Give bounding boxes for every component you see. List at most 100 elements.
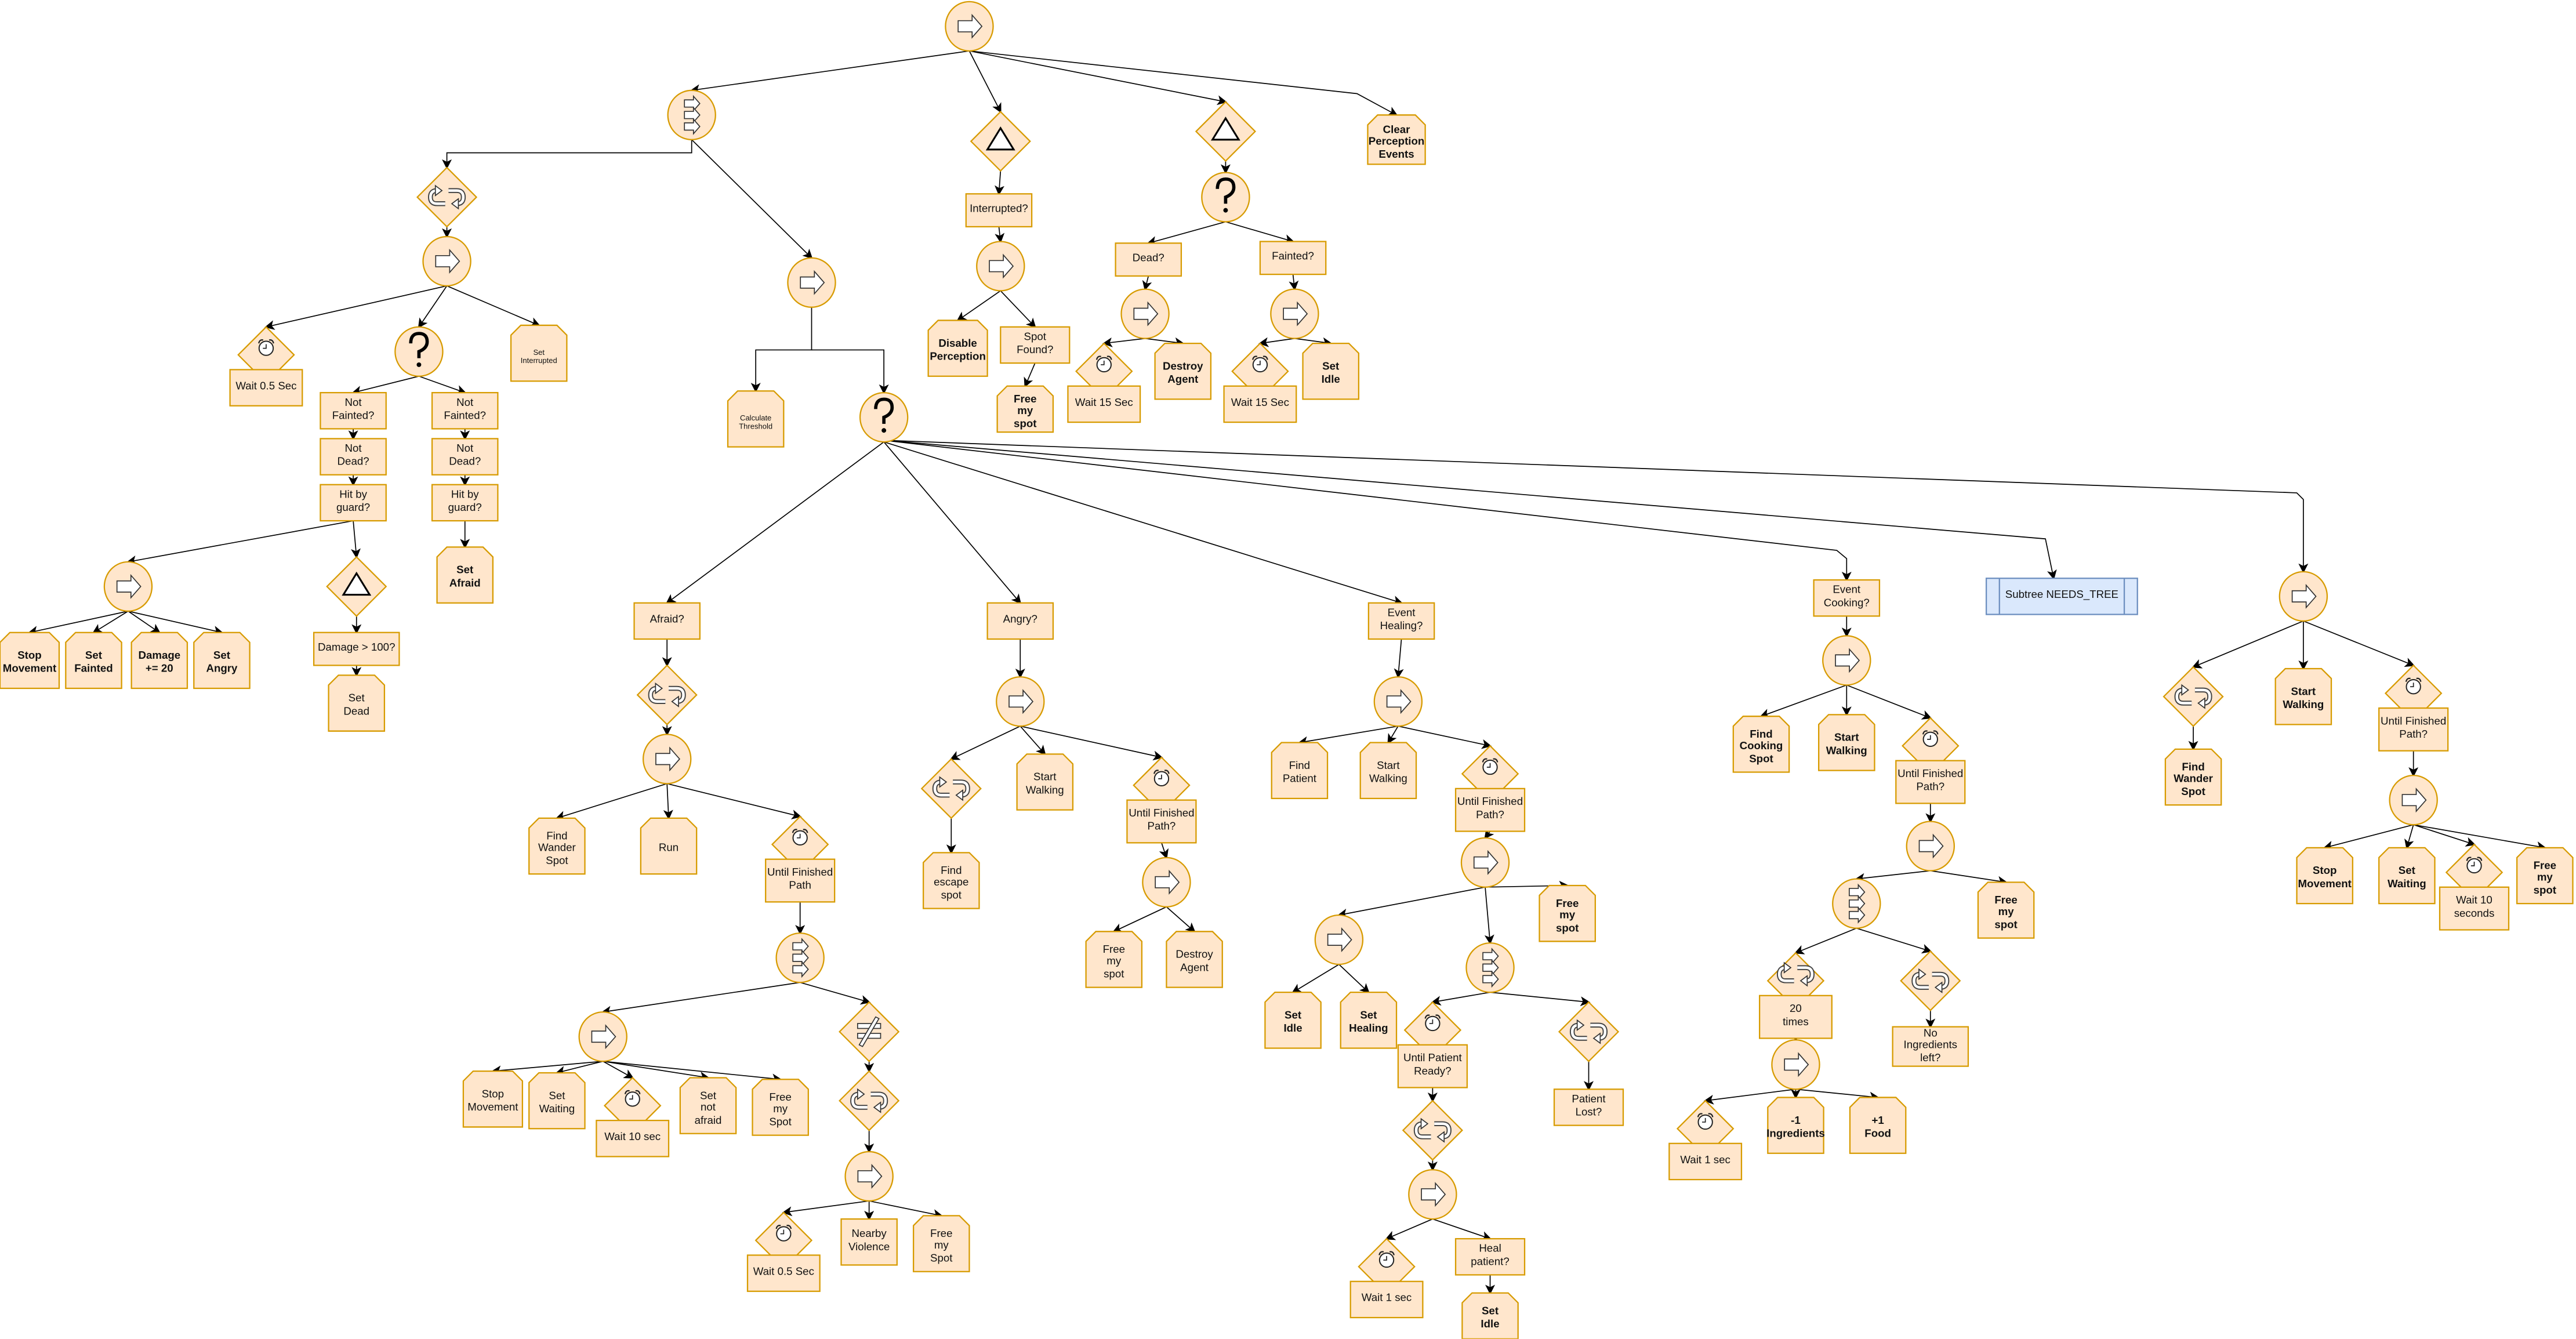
edge-connector: [351, 375, 419, 395]
node-label: Damage > 100?: [318, 643, 396, 655]
node-label: Wait 1 sec: [1361, 1293, 1412, 1305]
edge-connector: [128, 611, 224, 636]
sequence-node[interactable]: [1373, 676, 1423, 727]
edge-connector: [1856, 927, 1932, 954]
repeater-node[interactable]: [839, 1070, 900, 1131]
sequence-node[interactable]: [996, 676, 1045, 727]
edge-connector: [1294, 337, 1333, 347]
sequence-node[interactable]: [1822, 635, 1871, 686]
sequence-node[interactable]: [844, 1151, 894, 1202]
parallel-node[interactable]: [1465, 942, 1515, 993]
repeater-node[interactable]: [1558, 1001, 1620, 1062]
node-label: Set not afraid: [694, 1090, 722, 1127]
edge-connector: [1289, 274, 1299, 291]
node-label: -1 Ingredients: [1766, 1116, 1825, 1141]
edge-connector: [1490, 992, 1591, 1007]
repeater-node[interactable]: [2163, 666, 2224, 727]
node-label: Until Finished Path?: [2381, 717, 2447, 741]
edge-connector: [883, 441, 1022, 604]
node-label: Set Angry: [206, 651, 238, 676]
condition-decorator-node[interactable]: [326, 556, 387, 617]
sequence-node[interactable]: [1771, 1039, 1820, 1090]
repeater-node[interactable]: [920, 758, 982, 819]
edge-connector: [1020, 725, 1163, 761]
sequence-node[interactable]: [1314, 914, 1364, 966]
repeater-node[interactable]: [416, 166, 478, 228]
node-label: No Ingredients left?: [1903, 1028, 1957, 1065]
node-label: Not Fainted?: [332, 398, 375, 423]
sequence-node[interactable]: [1906, 821, 1955, 872]
edge-connector: [491, 1061, 603, 1076]
parallel-node[interactable]: [667, 89, 716, 140]
edge-connector: [691, 139, 813, 259]
node-label: 20 times: [1783, 1004, 1809, 1029]
edge-connector: [1146, 221, 1226, 246]
sequence-node[interactable]: [1270, 288, 1319, 339]
edge-connector: [1846, 684, 1932, 720]
edge-connector: [351, 520, 361, 559]
node-label: Wait 15 Sec: [1231, 398, 1289, 409]
edge-connector: [969, 50, 1398, 116]
sequence-node[interactable]: [787, 257, 836, 308]
edge-connector: [1258, 337, 1295, 347]
edge-connector: [666, 783, 802, 819]
repeater-node[interactable]: [636, 664, 698, 725]
selector-node[interactable]: [859, 391, 909, 443]
node-label: Set Idle: [1481, 1307, 1500, 1331]
edge-connector: [665, 441, 884, 604]
selector-node[interactable]: [1201, 172, 1250, 223]
edge-connector: [1855, 870, 1931, 883]
node-label: Set Fainted: [74, 651, 113, 676]
parallel-arrows-icon: [792, 938, 809, 978]
node-label: Set Interrupted: [520, 347, 557, 365]
sequence-node[interactable]: [642, 734, 692, 785]
sequence-node[interactable]: [1120, 288, 1170, 339]
edge-connector: [956, 290, 1001, 322]
edge-connector: [1298, 725, 1399, 746]
node-label: Destroy Agent: [1175, 950, 1213, 974]
sequence-node[interactable]: [1460, 837, 1510, 888]
node-label: Start Walking: [1826, 733, 1867, 758]
repeater-node[interactable]: [1402, 1099, 1463, 1161]
selector-node[interactable]: [394, 326, 444, 377]
node-label: Not Fainted?: [444, 398, 487, 423]
node-label: Stop Movement: [467, 1090, 518, 1114]
node-label: Interrupted?: [970, 204, 1028, 216]
node-label: Wait 15 Sec: [1075, 398, 1133, 409]
edge-connector: [1484, 828, 1494, 840]
node-label: Free my spot: [1994, 894, 2018, 931]
sequence-node[interactable]: [2279, 571, 2328, 622]
sequence-node[interactable]: [103, 561, 153, 612]
inverter-node[interactable]: [839, 1001, 900, 1062]
edge-connector: [2303, 620, 2415, 667]
node-label: Free my spot: [1555, 898, 1579, 935]
edge-connector: [1142, 275, 1152, 291]
condition-decorator-node[interactable]: [1195, 101, 1257, 162]
sequence-node[interactable]: [422, 235, 471, 287]
sequence-node[interactable]: [1408, 1169, 1457, 1220]
edge-connector: [92, 611, 129, 634]
node-label: Subtree NEEDS_TREE: [2005, 590, 2119, 602]
node-label: Damage += 20: [138, 651, 181, 676]
node-label: Set Healing: [1349, 1011, 1388, 1035]
condition-decorator-node[interactable]: [970, 111, 1031, 172]
sequence-node[interactable]: [2389, 775, 2438, 826]
edge-connector: [1484, 887, 1494, 945]
edge-connector: [1930, 870, 2008, 886]
node-label: Heal patient?: [1471, 1244, 1510, 1269]
parallel-node[interactable]: [775, 932, 825, 984]
sequence-node[interactable]: [578, 1011, 627, 1062]
edge-connector: [2413, 824, 2476, 847]
node-label: Not Dead?: [337, 444, 369, 469]
repeater-node[interactable]: [1900, 950, 1961, 1011]
parallel-node[interactable]: [1832, 878, 1881, 929]
sequence-node[interactable]: [1142, 857, 1191, 908]
node-label: Afraid?: [650, 615, 684, 626]
edge-connector: [949, 725, 1021, 760]
edge-connector: [603, 1061, 782, 1084]
edge-connector: [1398, 725, 1492, 749]
sequence-node[interactable]: [976, 241, 1025, 292]
sequence-node[interactable]: [945, 1, 994, 52]
diagram-svg: [0, 1, 2574, 1339]
edge-connector: [994, 170, 1004, 196]
